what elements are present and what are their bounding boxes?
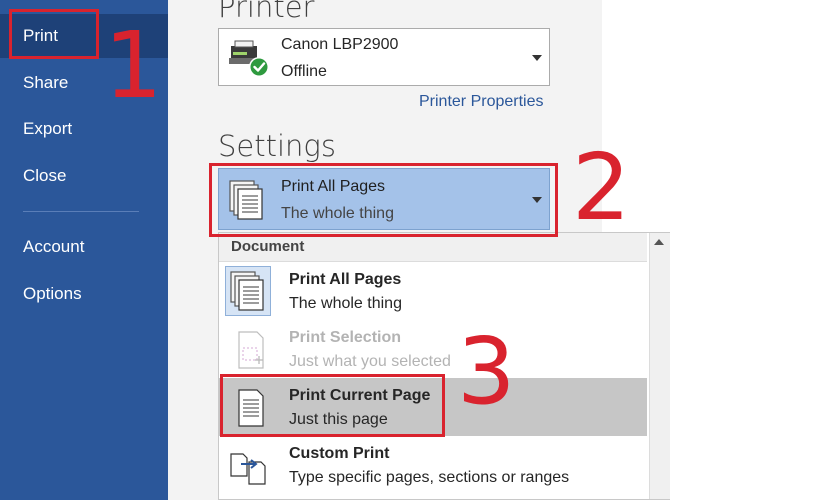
annotation-box-print <box>9 9 99 59</box>
nav-close[interactable]: Close <box>0 154 168 198</box>
printer-heading: Printer <box>218 0 315 24</box>
menu-item-custom-print[interactable]: Custom Print Type specific pages, sectio… <box>219 436 647 494</box>
scroll-up-icon[interactable] <box>654 239 664 245</box>
printer-name: Canon LBP2900 <box>281 36 399 53</box>
annotation-box-settings <box>209 163 558 237</box>
print-range-menu: Document Print All Pages The whole thing <box>218 232 670 500</box>
menu-scrollbar[interactable] <box>649 233 670 499</box>
printer-dropdown[interactable]: Canon LBP2900 Offline <box>218 28 550 86</box>
menu-item-print-selection: Print Selection Just what you selected <box>219 320 647 378</box>
menu-item-title: Custom Print <box>289 445 390 462</box>
menu-item-title: Print Selection <box>289 329 402 346</box>
custom-print-icon <box>225 440 271 490</box>
menu-item-subtitle: The whole thing <box>289 295 402 312</box>
menu-item-subtitle: Just what you selected <box>289 353 451 370</box>
nav-divider <box>23 211 139 212</box>
settings-heading: Settings <box>218 129 336 163</box>
menu-item-print-all-pages[interactable]: Print All Pages The whole thing <box>219 262 647 320</box>
printer-status: Offline <box>281 63 327 80</box>
menu-item-title: Print All Pages <box>289 271 402 288</box>
all-pages-icon <box>225 266 271 316</box>
printer-icon <box>227 38 273 78</box>
printer-properties-link[interactable]: Printer Properties <box>419 93 544 111</box>
annotation-number-3: 3 <box>457 318 516 425</box>
annotation-number-1: 1 <box>104 12 163 119</box>
selection-page-icon <box>225 324 271 374</box>
nav-options[interactable]: Options <box>0 272 168 316</box>
nav-account[interactable]: Account <box>0 225 168 269</box>
annotation-box-current-page <box>220 374 445 437</box>
chevron-down-icon <box>532 55 542 61</box>
menu-item-subtitle: Type specific pages, sections or ranges <box>289 469 570 486</box>
menu-section-label: Document <box>231 238 305 255</box>
annotation-number-2: 2 <box>572 134 631 241</box>
